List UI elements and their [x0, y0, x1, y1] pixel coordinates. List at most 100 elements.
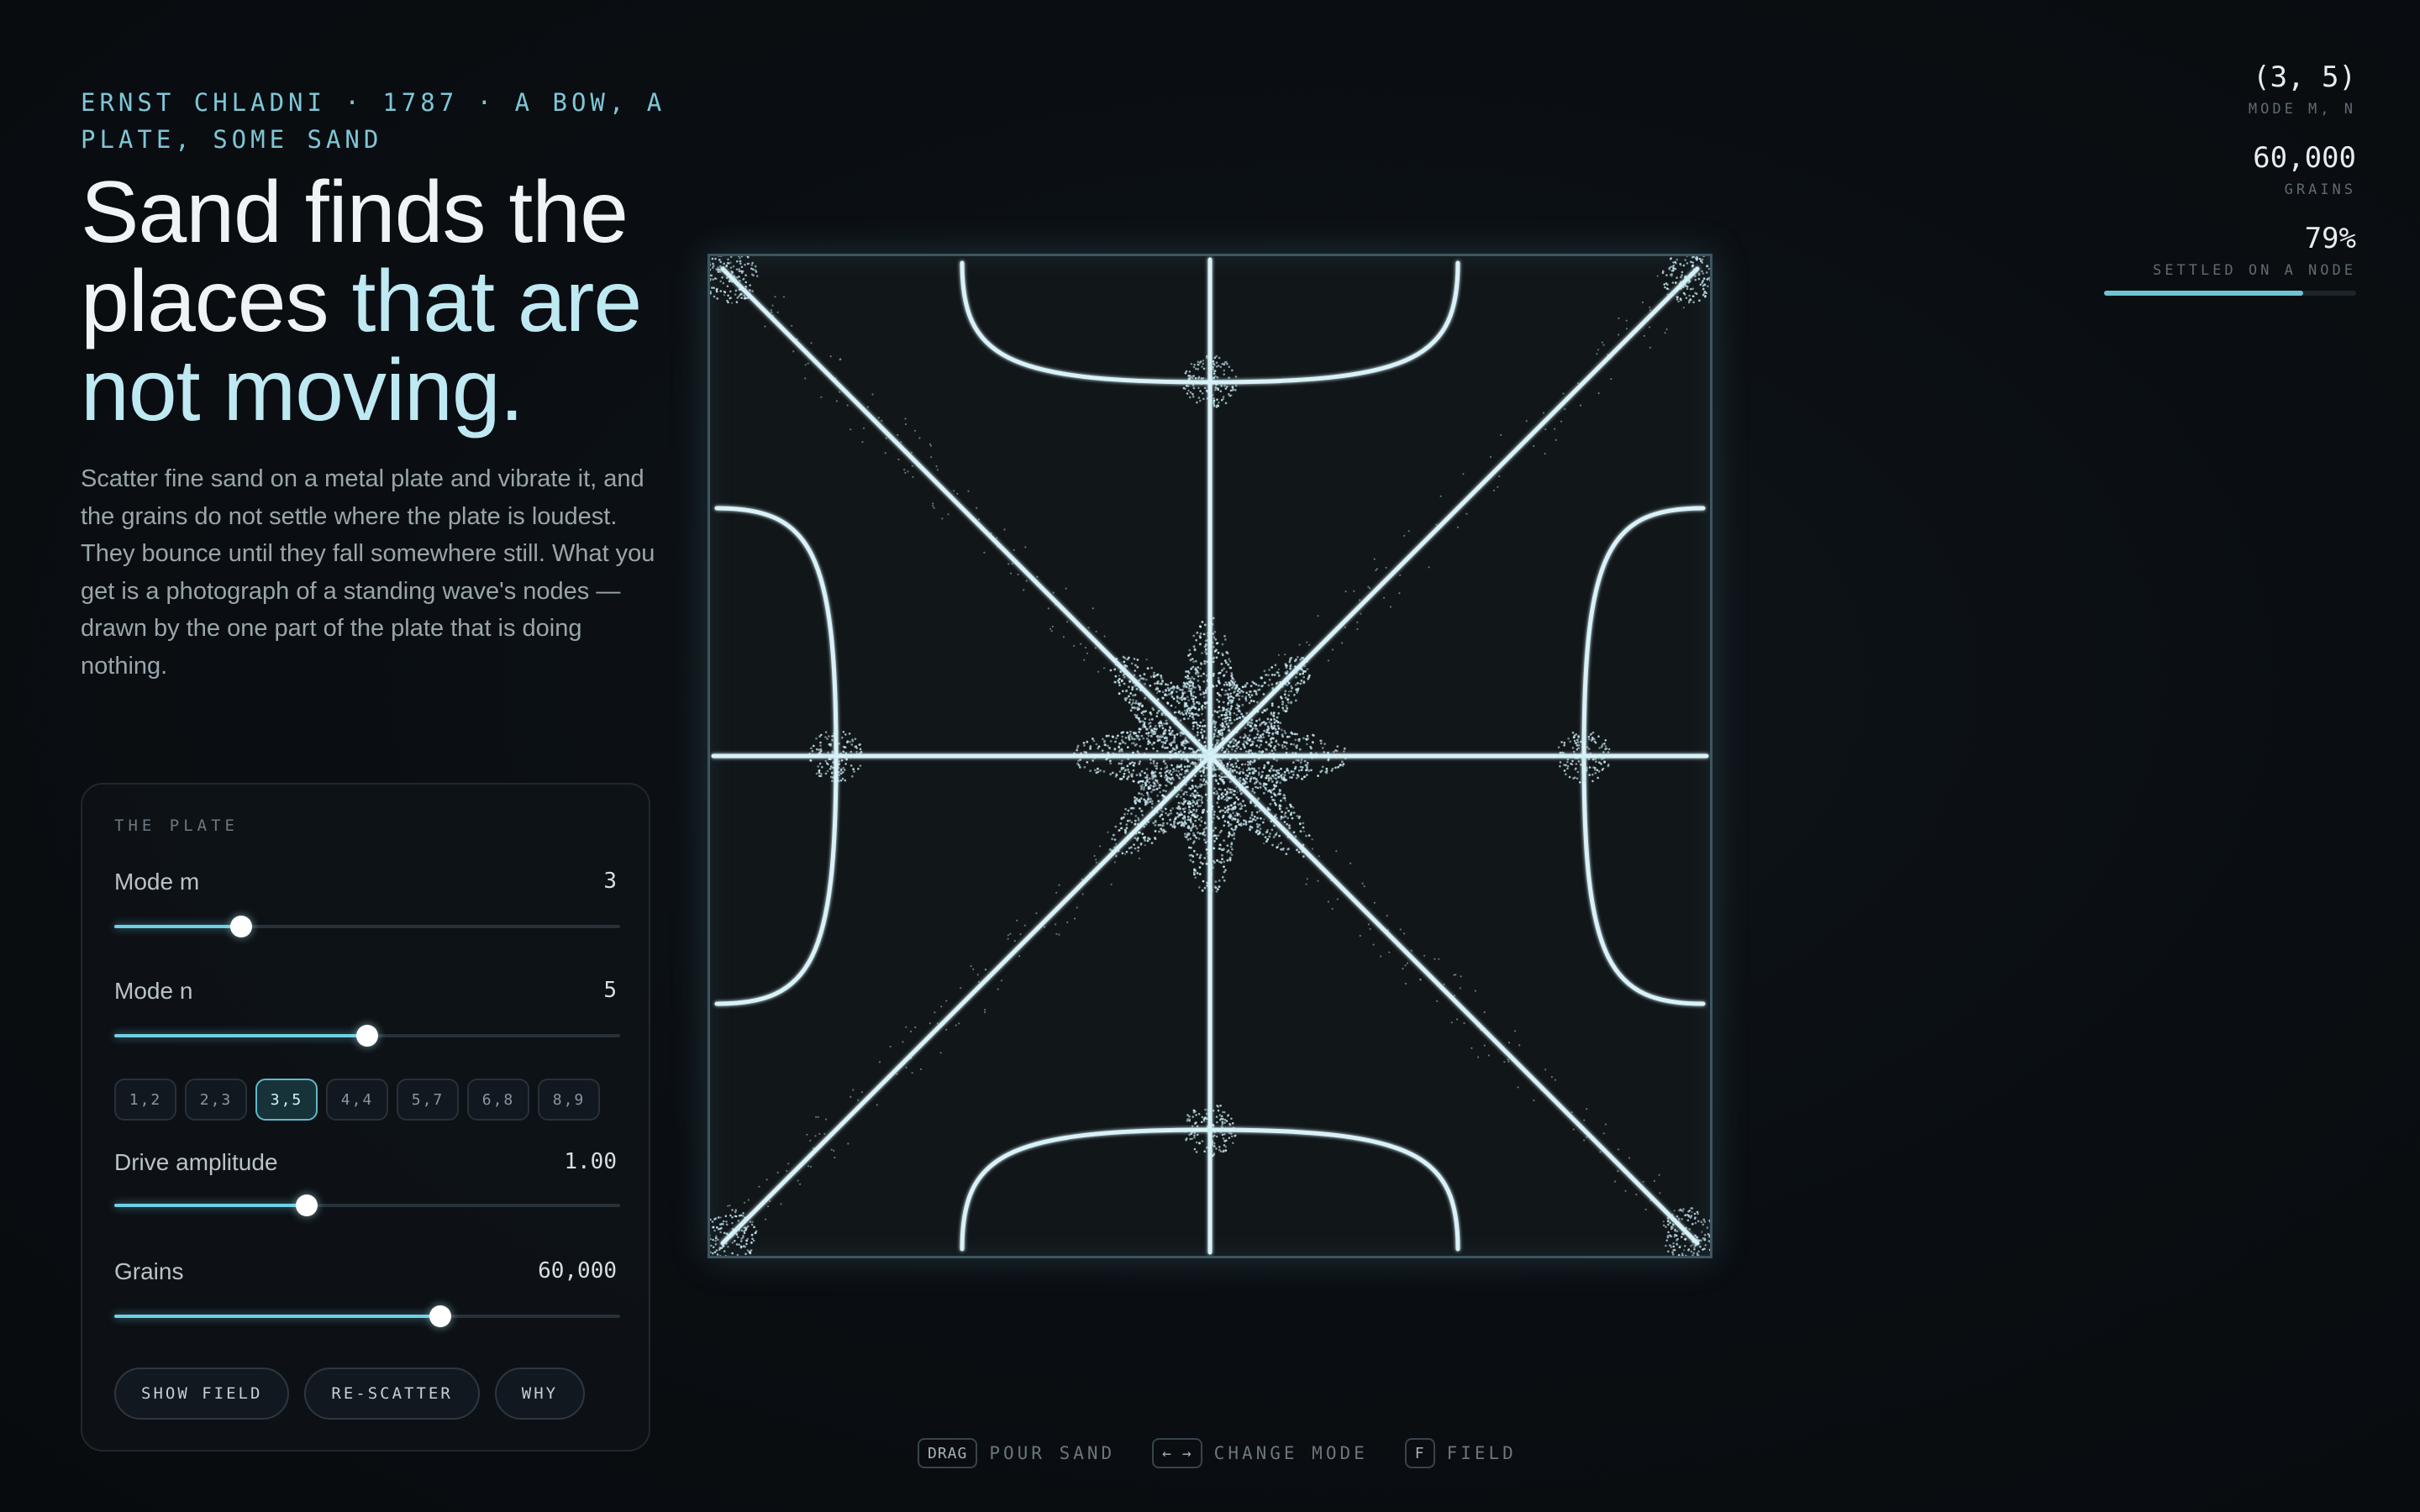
slider-thumb[interactable] [356, 1025, 378, 1047]
sand-grain [1186, 759, 1190, 763]
sand-grain [1211, 714, 1214, 717]
sand-grain [1239, 802, 1242, 806]
sand-grain [1203, 766, 1207, 769]
sand-grain [723, 1250, 726, 1252]
sand-grain [1221, 747, 1224, 749]
sand-grain [1625, 319, 1628, 322]
sand-grain [1220, 728, 1223, 732]
slider-thumb[interactable] [229, 916, 252, 937]
preset-2-3[interactable]: 2,3 [185, 1079, 247, 1121]
drive-amplitude-slider[interactable] [114, 1193, 620, 1218]
sand-grain [1146, 667, 1150, 670]
sand-grain [907, 470, 909, 473]
sand-grain [1584, 732, 1586, 735]
grains-slider[interactable] [114, 1304, 620, 1329]
preset-8-9[interactable]: 8,9 [538, 1079, 600, 1121]
sand-grain [1145, 780, 1149, 783]
sand-grain [1143, 786, 1145, 789]
sand-grain [860, 753, 864, 756]
sand-grain [909, 1054, 912, 1057]
sand-grain [1325, 771, 1328, 774]
sand-grain [799, 1183, 802, 1185]
sand-grain [1244, 727, 1247, 729]
chladni-plate[interactable] [708, 254, 1712, 1258]
show-field-button[interactable]: SHOW FIELD [114, 1368, 290, 1420]
sand-grain [725, 1221, 728, 1223]
sand-grain [1218, 716, 1220, 718]
sand-grain [1279, 680, 1282, 684]
sand-grain [1177, 805, 1181, 808]
sand-grain [1284, 672, 1287, 675]
sand-grain [1192, 769, 1194, 773]
preset-4-4[interactable]: 4,4 [326, 1079, 388, 1121]
sand-grain [1291, 811, 1293, 814]
sand-grain [1268, 678, 1271, 681]
sand-grain [1201, 796, 1204, 799]
sand-grain [1670, 1214, 1674, 1216]
sand-grain [1336, 898, 1339, 900]
sand-grain [1213, 726, 1217, 728]
mode-n-slider[interactable] [114, 1023, 620, 1048]
sand-grain [1194, 668, 1197, 671]
sand-grain [1143, 673, 1146, 675]
sand-grain [1222, 1110, 1224, 1114]
sand-grain [1299, 830, 1302, 833]
preset-3-5[interactable]: 3,5 [255, 1079, 318, 1121]
sand-grain [742, 1234, 744, 1237]
sand-grain [879, 425, 881, 428]
why-button[interactable]: WHY [494, 1368, 586, 1420]
sand-grain [1407, 530, 1410, 533]
sand-grain [1221, 1130, 1224, 1132]
sand-grain [1151, 706, 1155, 710]
sand-grain [1214, 827, 1217, 830]
sand-grain [1234, 757, 1238, 760]
mode-m-slider[interactable] [114, 914, 620, 939]
sand-pattern-canvas[interactable] [710, 256, 1710, 1256]
sand-grain [1211, 622, 1214, 626]
sand-grain [1261, 732, 1265, 736]
sand-grain [976, 521, 979, 523]
slider-thumb[interactable] [295, 1194, 318, 1216]
sand-grain [1139, 842, 1143, 845]
sand-grain [1160, 682, 1163, 685]
preset-6-8[interactable]: 6,8 [467, 1079, 529, 1121]
sand-grain [1113, 846, 1117, 849]
sand-grain [1215, 656, 1218, 659]
sand-grain [1221, 722, 1224, 725]
sand-grain [754, 265, 757, 268]
sand-grain [1218, 885, 1221, 888]
preset-5-7[interactable]: 5,7 [397, 1079, 459, 1121]
sand-grain [1145, 748, 1148, 750]
sand-grain [1160, 774, 1163, 778]
sand-grain [1234, 389, 1237, 391]
rescatter-button[interactable]: RE-SCATTER [304, 1368, 480, 1420]
sand-grain [1265, 776, 1268, 780]
sand-grain [1277, 727, 1281, 730]
sand-grain [1218, 848, 1221, 850]
sand-grain [1186, 741, 1190, 744]
preset-1-2[interactable]: 1,2 [114, 1079, 176, 1121]
slider-thumb[interactable] [429, 1305, 452, 1327]
sand-grain [832, 734, 835, 738]
sand-grain [1184, 697, 1186, 701]
sand-grain [1155, 811, 1159, 814]
sand-grain [1196, 794, 1198, 796]
sand-grain [1314, 752, 1318, 754]
sand-grain [1235, 694, 1238, 697]
sand-grain [1385, 566, 1387, 569]
sand-grain [1165, 764, 1168, 767]
sand-grain [1577, 736, 1580, 738]
sand-grain [829, 355, 832, 358]
drive-amplitude-label: Drive amplitude [114, 1149, 278, 1175]
sand-grain [1187, 805, 1191, 808]
sand-grain [1223, 659, 1227, 662]
eyebrow-caption: ERNST CHLADNI · 1787 · A BOW, A PLATE, S… [81, 88, 666, 154]
sand-grain [1212, 633, 1214, 635]
sand-grain [1245, 769, 1249, 772]
sand-grain [1201, 809, 1204, 812]
sand-grain [1656, 275, 1659, 277]
sand-grain [1204, 759, 1207, 762]
sand-grain [744, 296, 746, 299]
sand-grain [1199, 721, 1202, 724]
sand-grain [1224, 387, 1228, 390]
